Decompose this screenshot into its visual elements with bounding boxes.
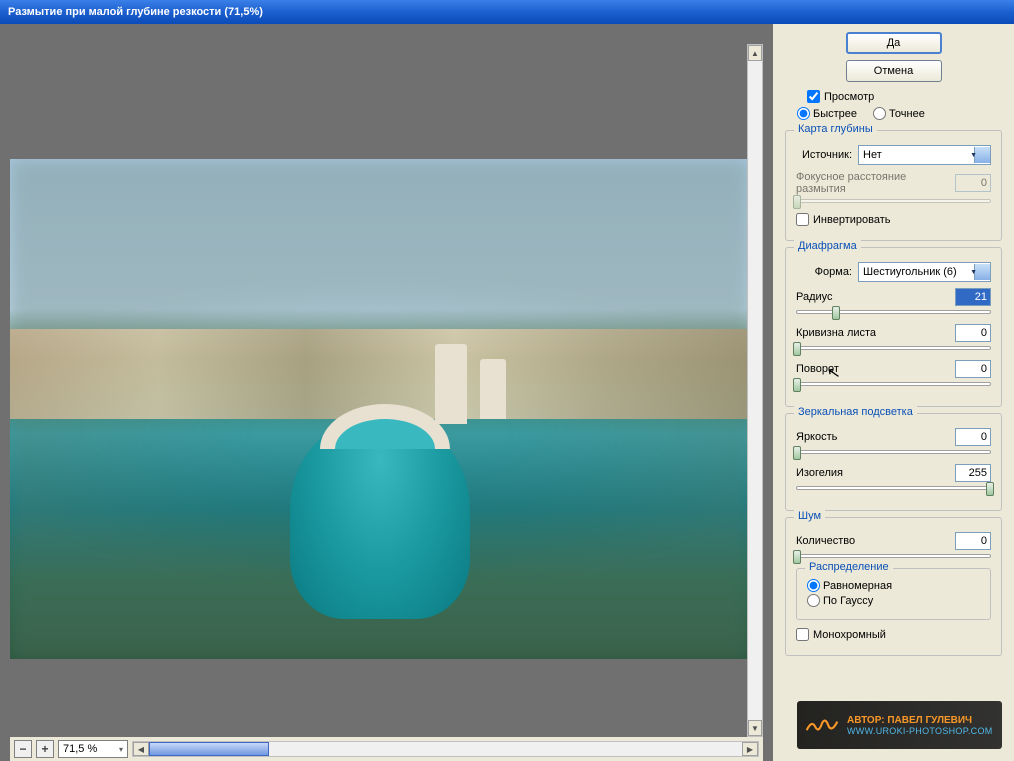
radius-input[interactable] — [955, 288, 991, 306]
zoom-value-dropdown[interactable]: 71,5 % — [58, 740, 128, 758]
zoom-value-text: 71,5 % — [63, 743, 97, 755]
shape-select[interactable]: Шестиугольник (6) — [858, 262, 991, 282]
preview-checkbox[interactable] — [807, 90, 820, 103]
horizontal-scrollbar[interactable]: ◀ ▶ — [132, 741, 759, 757]
threshold-label: Изогелия — [796, 467, 843, 479]
iris-group: Диафрагма Форма: Шестиугольник (6) ▼ Рад… — [785, 247, 1002, 407]
preview-checkbox-label: Просмотр — [824, 91, 874, 103]
focal-label: Фокусное расстояние размытия — [796, 171, 955, 195]
scroll-down-button[interactable]: ▼ — [748, 720, 762, 736]
window-titlebar: Размытие при малой глубине резкости (71,… — [0, 0, 1014, 24]
invert-label: Инвертировать — [813, 214, 890, 226]
shape-label: Форма: — [796, 266, 852, 278]
iris-title: Диафрагма — [794, 240, 861, 252]
rotation-slider-thumb[interactable] — [793, 378, 801, 392]
rotation-slider[interactable] — [796, 382, 991, 386]
uniform-label: Равномерная — [823, 580, 892, 592]
amount-label: Количество — [796, 535, 855, 547]
watermark-author: АВТОР: ПАВЕЛ ГУЛЕВИЧ — [847, 715, 993, 726]
window-title: Размытие при малой глубине резкости (71,… — [8, 6, 263, 18]
depth-map-title: Карта глубины — [794, 123, 877, 135]
main-container: ▲ ▼ − + 71,5 % ◀ ▶ Да Отмена Просмотр Бы… — [0, 24, 1014, 761]
source-select[interactable]: Нет — [858, 145, 991, 165]
amount-input[interactable] — [955, 532, 991, 550]
scroll-thumb[interactable] — [149, 742, 269, 756]
amount-slider-thumb[interactable] — [793, 550, 801, 564]
zoom-in-button[interactable]: + — [36, 740, 54, 758]
focal-input — [955, 174, 991, 192]
scroll-left-button[interactable]: ◀ — [133, 742, 149, 756]
fast-radio[interactable] — [797, 107, 810, 120]
zoom-out-button[interactable]: − — [14, 740, 32, 758]
curvature-slider-thumb[interactable] — [793, 342, 801, 356]
preview-area: ▲ ▼ − + 71,5 % ◀ ▶ — [0, 24, 773, 761]
preview-image — [10, 159, 750, 659]
invert-checkbox[interactable] — [796, 213, 809, 226]
uniform-radio[interactable] — [807, 579, 820, 592]
noise-group: Шум Количество Распределение Равномерная… — [785, 517, 1002, 656]
curvature-slider[interactable] — [796, 346, 991, 350]
vertical-scrollbar[interactable]: ▲ ▼ — [747, 44, 763, 737]
distribution-group: Распределение Равномерная По Гауссу — [796, 568, 991, 620]
rotation-label: Поворот — [796, 363, 839, 375]
distribution-title: Распределение — [805, 561, 893, 573]
watermark-url: WWW.UROKI-PHOTOSHOP.COM — [847, 726, 993, 736]
amount-slider[interactable] — [796, 554, 991, 558]
preview-canvas[interactable]: ▲ ▼ — [10, 34, 763, 737]
radius-label: Радиус — [796, 291, 833, 303]
settings-panel: Да Отмена Просмотр Быстрее Точнее Карта … — [773, 24, 1014, 761]
monochrome-label: Монохромный — [813, 629, 886, 641]
precise-radio-label: Точнее — [889, 108, 925, 120]
zoom-toolbar: − + 71,5 % ◀ ▶ — [10, 737, 763, 761]
monochrome-checkbox[interactable] — [796, 628, 809, 641]
watermark-logo-icon — [805, 713, 839, 737]
brightness-input[interactable] — [955, 428, 991, 446]
cancel-button[interactable]: Отмена — [846, 60, 942, 82]
brightness-slider-thumb[interactable] — [793, 446, 801, 460]
specular-title: Зеркальная подсветка — [794, 406, 917, 418]
threshold-slider-thumb[interactable] — [986, 482, 994, 496]
brightness-slider[interactable] — [796, 450, 991, 454]
rotation-input[interactable] — [955, 360, 991, 378]
specular-group: Зеркальная подсветка Яркость Изогелия — [785, 413, 1002, 511]
focal-slider — [796, 199, 991, 203]
threshold-input[interactable] — [955, 464, 991, 482]
scroll-right-button[interactable]: ▶ — [742, 742, 758, 756]
gaussian-label: По Гауссу — [823, 595, 873, 607]
threshold-slider[interactable] — [796, 486, 991, 490]
precise-radio[interactable] — [873, 107, 886, 120]
curvature-input[interactable] — [955, 324, 991, 342]
depth-map-group: Карта глубины Источник: Нет ▼ Фокусное р… — [785, 130, 1002, 241]
scroll-up-button[interactable]: ▲ — [748, 45, 762, 61]
noise-title: Шум — [794, 510, 825, 522]
ok-button[interactable]: Да — [846, 32, 942, 54]
brightness-label: Яркость — [796, 431, 837, 443]
gaussian-radio[interactable] — [807, 594, 820, 607]
radius-slider[interactable] — [796, 310, 991, 314]
source-label: Источник: — [796, 149, 852, 161]
watermark: АВТОР: ПАВЕЛ ГУЛЕВИЧ WWW.UROKI-PHOTOSHOP… — [797, 701, 1002, 749]
fast-radio-label: Быстрее — [813, 108, 857, 120]
radius-slider-thumb[interactable] — [832, 306, 840, 320]
curvature-label: Кривизна листа — [796, 327, 876, 339]
